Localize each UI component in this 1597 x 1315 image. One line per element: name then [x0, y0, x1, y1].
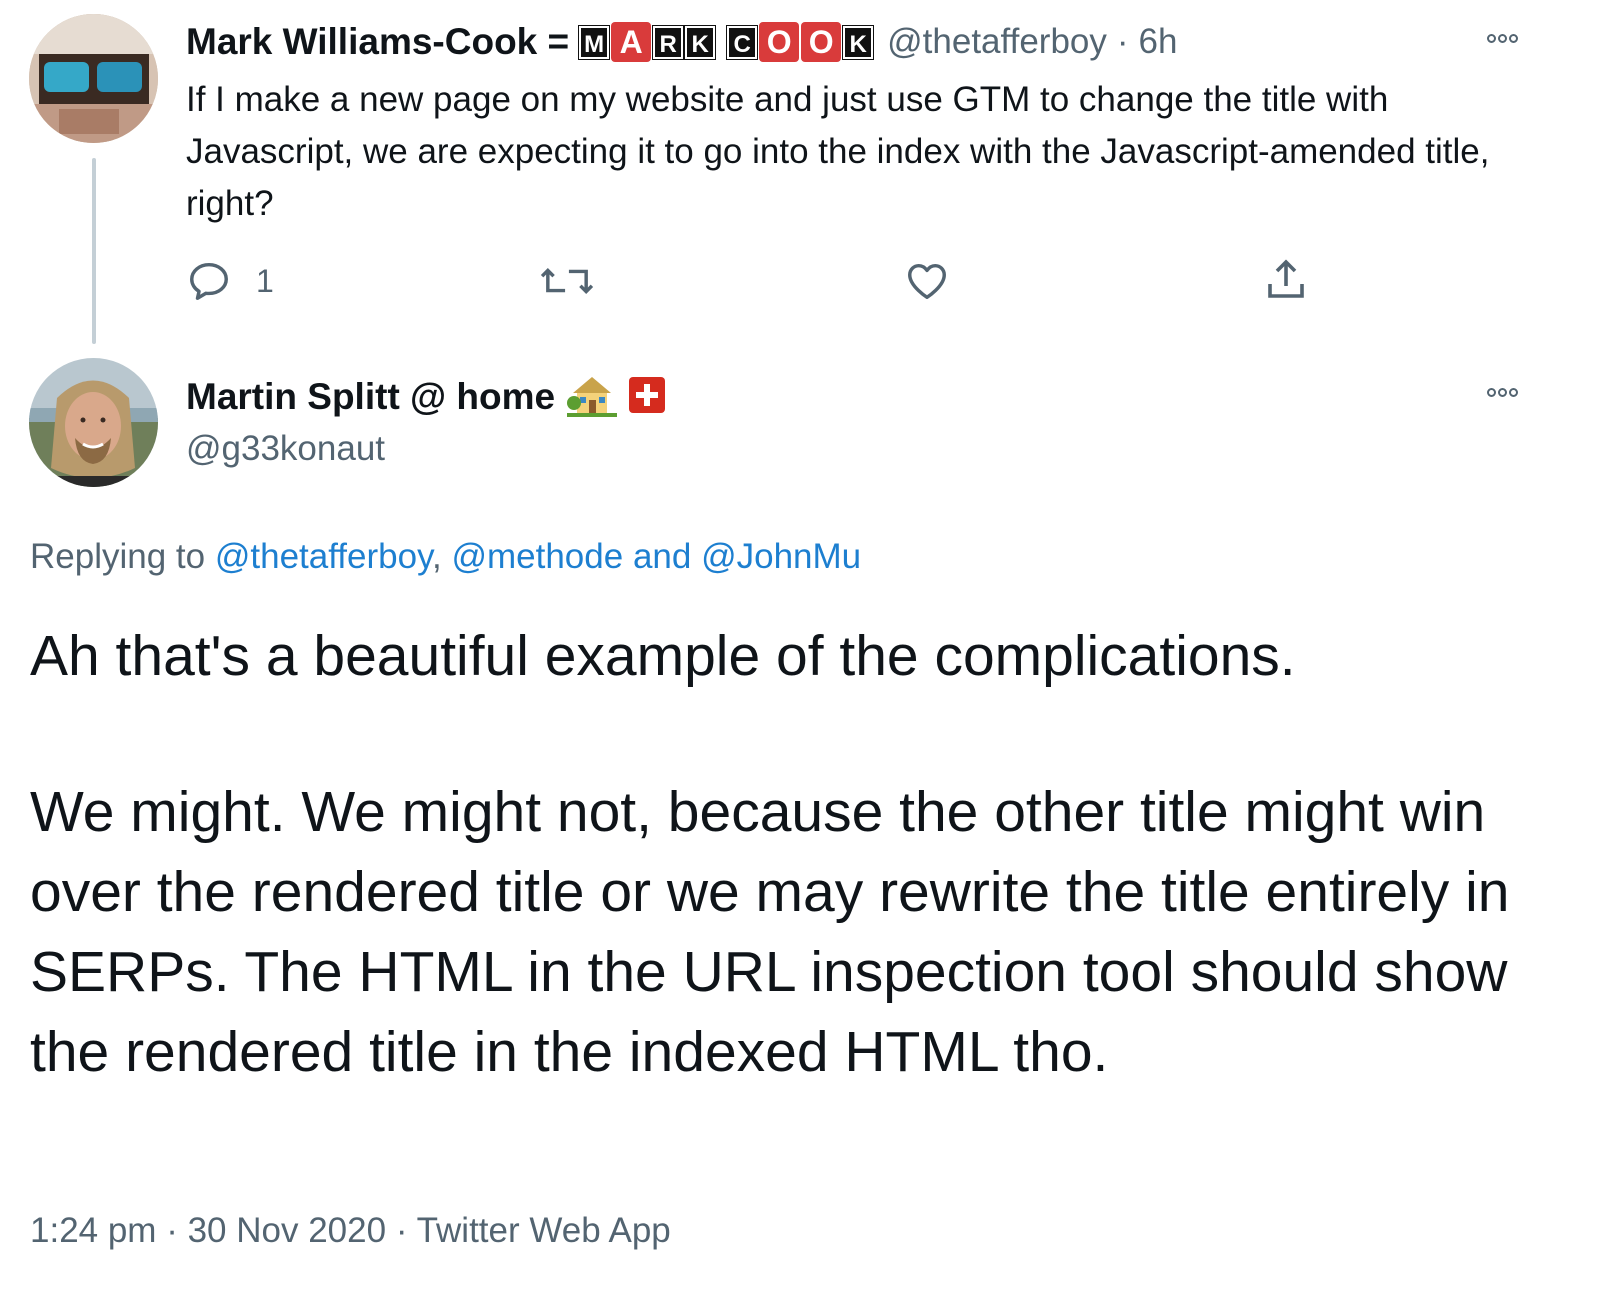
- tweet-timestamp-row: 1:24 pm · 30 Nov 2020 · Twitter Web App: [30, 1208, 671, 1254]
- retweet-button[interactable]: [540, 258, 594, 304]
- main-author-row: Martin Splitt @ home: [186, 372, 666, 422]
- main-avatar[interactable]: [29, 358, 158, 487]
- parent-avatar[interactable]: [29, 14, 158, 143]
- tweet-time[interactable]: 1:24 pm: [30, 1211, 156, 1250]
- author-logo: M A R K C O O K: [578, 22, 875, 62]
- logo-letter: O: [759, 22, 800, 62]
- tweet-source[interactable]: Twitter Web App: [417, 1211, 671, 1250]
- main-more-icon[interactable]: [1487, 384, 1535, 404]
- reply-count: 1: [256, 262, 274, 299]
- share-button[interactable]: [1262, 256, 1310, 304]
- separator-dot: ·: [1116, 22, 1129, 61]
- house-with-garden-icon: [567, 373, 618, 422]
- avatar-image: [29, 358, 158, 487]
- mention-conjunction[interactable]: and: [633, 537, 691, 576]
- mention-link[interactable]: @thetafferboy: [215, 537, 432, 576]
- main-author-name[interactable]: Martin Splitt @ home: [186, 376, 555, 418]
- logo-letter: A: [611, 22, 652, 62]
- avatar-image: [29, 14, 158, 143]
- reply-icon: [190, 262, 228, 300]
- like-button[interactable]: [903, 258, 951, 304]
- retweet-icon: [540, 268, 594, 294]
- mention-link[interactable]: @methode: [451, 537, 623, 576]
- mention-separator: ,: [432, 537, 442, 576]
- like-icon: [908, 263, 946, 300]
- parent-tweet-text: If I make a new page on my website and j…: [186, 80, 1490, 223]
- tweet-date[interactable]: 30 Nov 2020: [188, 1211, 386, 1250]
- logo-letter: C: [726, 24, 759, 60]
- reply-button[interactable]: 1: [186, 258, 274, 304]
- parent-time[interactable]: 6h: [1139, 22, 1178, 62]
- logo-letter: K: [842, 24, 875, 60]
- parent-more-icon[interactable]: [1487, 30, 1535, 50]
- replying-to-line: Replying to @thetafferboy, @methode and …: [30, 534, 861, 580]
- separator-dot: ·: [395, 1211, 408, 1250]
- logo-letter: M: [578, 24, 611, 60]
- separator-dot: ·: [166, 1211, 178, 1250]
- mention-link[interactable]: @JohnMu: [701, 537, 861, 576]
- logo-letter: O: [801, 22, 842, 62]
- share-icon: [1268, 259, 1304, 298]
- swiss-flag-icon: [629, 376, 666, 418]
- main-tweet-text-paragraph-1: Ah that's a beautiful example of the com…: [30, 624, 1296, 688]
- thread-connector-line: [92, 158, 96, 344]
- replying-to-label: Replying to: [30, 537, 206, 576]
- main-handle[interactable]: @g33konaut: [186, 426, 385, 472]
- main-tweet-text-paragraph-2: We might. We might not, because the othe…: [30, 780, 1510, 1084]
- parent-tweet-header: Mark Williams-Cook = M A R K C O O K @th…: [186, 18, 1177, 66]
- logo-letter: R: [652, 24, 685, 60]
- parent-author-name[interactable]: Mark Williams-Cook =: [186, 21, 569, 63]
- parent-handle[interactable]: @thetafferboy: [887, 22, 1107, 62]
- logo-letter: K: [684, 24, 717, 60]
